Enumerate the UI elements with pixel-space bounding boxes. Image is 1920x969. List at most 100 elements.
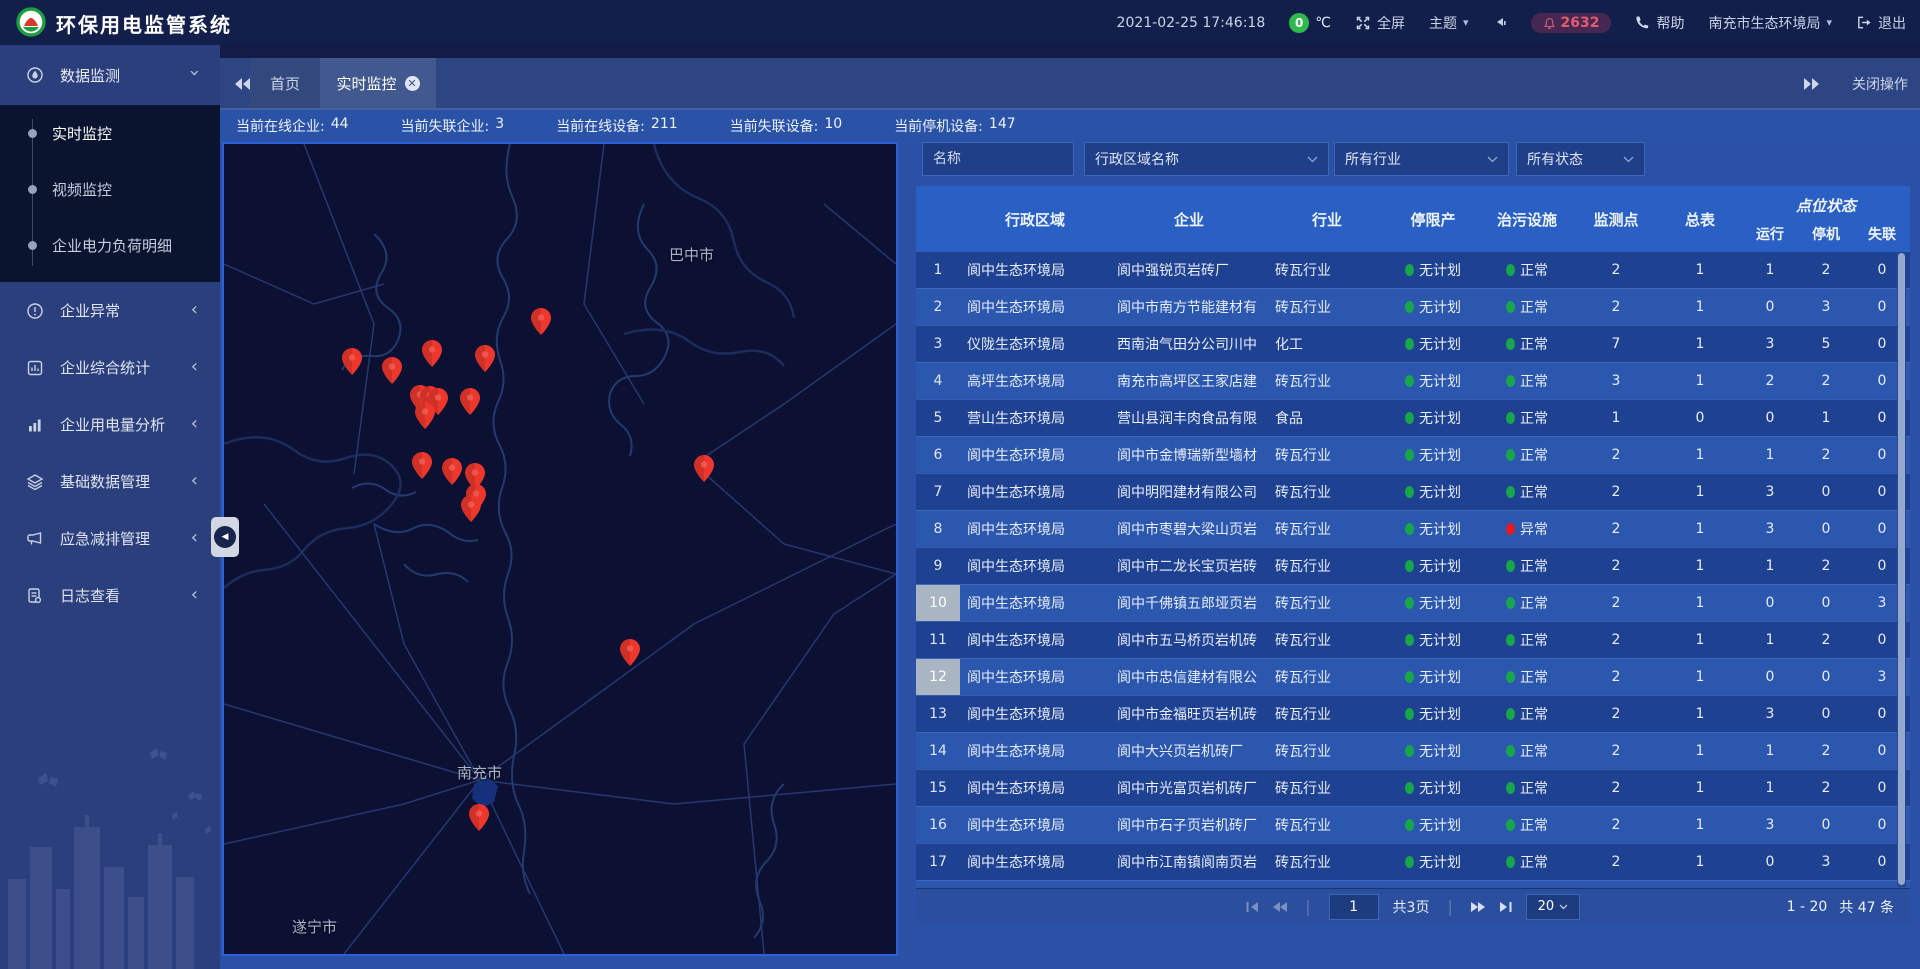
notification-badge[interactable]: 2632 — [1531, 13, 1612, 33]
layers-icon — [26, 473, 44, 491]
sidebar-item-5[interactable]: 应急减排管理‹ — [0, 510, 220, 567]
table-row[interactable]: 16阆中生态环境局阆中市石子页岩机砖厂砖瓦行业无计划正常21300 — [916, 806, 1910, 843]
map-pin-9[interactable] — [415, 402, 435, 429]
map-pin-1[interactable] — [422, 340, 442, 367]
theme-dropdown[interactable]: 主题▾ — [1429, 13, 1469, 33]
row-plan-status: 无计划 — [1386, 482, 1480, 502]
row-index: 2 — [916, 289, 960, 325]
table-row[interactable]: 13阆中生态环境局阆中市金福旺页岩机砖砖瓦行业无计划正常21300 — [916, 695, 1910, 732]
sidebar-item-4[interactable]: 基础数据管理‹ — [0, 453, 220, 510]
close-operations-button[interactable]: 关闭操作 — [1852, 74, 1908, 94]
sidebar-subitem-0[interactable]: 实时监控 — [0, 105, 220, 161]
table-row[interactable]: 1阆中生态环境局阆中强锐页岩砖厂砖瓦行业无计划正常21120 — [916, 252, 1910, 288]
table-row[interactable]: 18南部生态环境局南部县弘华水泥有限公建材行业无计划正常60060 — [916, 880, 1910, 888]
prev-page-button[interactable] — [1273, 901, 1287, 913]
next-page-button[interactable] — [1471, 901, 1485, 913]
table-row[interactable]: 7阆中生态环境局阆中明阳建材有限公司砖瓦行业无计划正常21300 — [916, 473, 1910, 510]
page-size-select[interactable]: 20 — [1526, 894, 1580, 920]
region-select[interactable]: 行政区域名称 — [1084, 142, 1329, 176]
map-pin-0[interactable] — [531, 308, 551, 335]
sidebar-subitem-1[interactable]: 视频监控 — [0, 161, 220, 217]
row-run-count: 3 — [1742, 336, 1798, 352]
map-pin-4[interactable] — [382, 357, 402, 384]
table-row[interactable]: 4高坪生态环境局南充市高坪区王家店建砖瓦行业无计划正常31220 — [916, 362, 1910, 399]
tab-realtime-monitor[interactable]: 实时监控 ✕ — [320, 58, 436, 108]
prev-page-icon — [1273, 901, 1287, 913]
tab-close-icon[interactable]: ✕ — [405, 76, 420, 91]
row-region: 阆中生态环境局 — [960, 445, 1110, 465]
table-row[interactable]: 8阆中生态环境局阆中市枣碧大梁山页岩砖瓦行业无计划异常21300 — [916, 510, 1910, 547]
table-scrollbar[interactable] — [1897, 253, 1906, 887]
sidebar-item-1[interactable]: 企业异常‹ — [0, 282, 220, 339]
monitor-icon — [26, 66, 44, 84]
chevron-left-icon: ‹ — [191, 362, 198, 372]
notification-count: 2632 — [1561, 15, 1600, 31]
tab-home[interactable]: 首页 — [250, 58, 320, 108]
sidebar-submenu: 实时监控视频监控企业电力负荷明细 — [0, 105, 220, 282]
row-company: 阆中市五马桥页岩机砖 — [1110, 630, 1268, 650]
page-number-input[interactable] — [1329, 894, 1379, 920]
row-company: 营山县润丰肉食品有限 — [1110, 408, 1268, 428]
row-facility-status: 正常 — [1480, 260, 1574, 280]
sidebar-item-0[interactable]: 数据监测‹ — [0, 45, 220, 105]
table-row[interactable]: 12阆中生态环境局阆中市忠信建材有限公砖瓦行业无计划正常21003 — [916, 658, 1910, 695]
stat-item-3: 当前失联设备:10 — [730, 116, 843, 136]
table-row[interactable]: 3仪陇生态环境局西南油气田分公司川中化工无计划正常71350 — [916, 325, 1910, 362]
green-dot-icon — [1506, 264, 1515, 276]
row-facility-status: 正常 — [1480, 445, 1574, 465]
table-row[interactable]: 17阆中生态环境局阆中市江南镇阆南页岩砖瓦行业无计划正常21030 — [916, 843, 1910, 880]
fullscreen-button[interactable]: 全屏 — [1355, 13, 1405, 33]
sidebar-item-2[interactable]: 企业综合统计‹ — [0, 339, 220, 396]
logout-button[interactable]: 退出 — [1856, 13, 1906, 33]
status-select[interactable]: 所有状态 — [1516, 142, 1645, 176]
table-row[interactable]: 15阆中生态环境局阆中市光富页岩机砖厂砖瓦行业无计划正常21120 — [916, 769, 1910, 806]
table-row[interactable]: 5营山生态环境局营山县润丰肉食品有限食品无计划正常10010 — [916, 399, 1910, 436]
row-facility-status: 正常 — [1480, 297, 1574, 317]
map-pin-11[interactable] — [442, 458, 462, 485]
map-pin-10[interactable] — [412, 452, 432, 479]
skyline-decoration — [0, 719, 220, 969]
row-region: 阆中生态环境局 — [960, 815, 1110, 835]
mute-button[interactable] — [1493, 17, 1507, 29]
map-pin-2[interactable] — [475, 345, 495, 372]
help-button[interactable]: 帮助 — [1635, 13, 1684, 33]
industry-select[interactable]: 所有行业 — [1334, 142, 1509, 176]
first-page-button[interactable] — [1246, 901, 1259, 913]
tabs-scroll-left-button[interactable] — [234, 76, 251, 95]
row-index: 9 — [916, 548, 960, 584]
sidebar-collapse-button[interactable]: ◀ — [211, 517, 239, 557]
row-plan-status: 无计划 — [1386, 334, 1480, 354]
table-row[interactable]: 10阆中生态环境局阆中千佛镇五郎垭页岩砖瓦行业无计划正常21003 — [916, 584, 1910, 621]
tabs-scroll-right-button[interactable] — [1803, 76, 1820, 95]
last-page-button[interactable] — [1499, 901, 1512, 913]
row-industry: 化工 — [1268, 334, 1386, 354]
map-pin-17[interactable] — [469, 804, 489, 831]
row-industry: 砖瓦行业 — [1268, 704, 1386, 724]
row-index: 11 — [916, 622, 960, 658]
map-pin-14[interactable] — [461, 495, 481, 522]
row-run-count: 1 — [1742, 262, 1798, 278]
sidebar-subitem-label: 视频监控 — [52, 179, 112, 200]
sidebar-item-3[interactable]: 企业用电量分析‹ — [0, 396, 220, 453]
table-row[interactable]: 14阆中生态环境局阆中大兴页岩机砖厂砖瓦行业无计划正常21120 — [916, 732, 1910, 769]
table-row[interactable]: 11阆中生态环境局阆中市五马桥页岩机砖砖瓦行业无计划正常21120 — [916, 621, 1910, 658]
sidebar-subitem-2[interactable]: 企业电力负荷明细 — [0, 217, 220, 273]
scrollbar-thumb[interactable] — [1898, 253, 1905, 885]
table-row[interactable]: 2阆中生态环境局阆中市南方节能建材有砖瓦行业无计划正常21030 — [916, 288, 1910, 325]
map-pin-3[interactable] — [342, 348, 362, 375]
name-search-input[interactable] — [922, 142, 1074, 176]
map-pin-16[interactable] — [620, 639, 640, 666]
app-window: 环保用电监管系统 2021-02-25 17:46:18 0 ℃ 全屏 主题▾ — [0, 0, 1920, 969]
chevron-left-icon: ‹ — [191, 590, 198, 600]
green-dot-icon — [1506, 449, 1515, 461]
last-page-icon — [1499, 901, 1512, 913]
table-row[interactable]: 9阆中生态环境局阆中市二龙长宝页岩砖砖瓦行业无计划正常21120 — [916, 547, 1910, 584]
map-panel[interactable]: 巴中市南充市遂宁市 — [222, 142, 898, 956]
org-dropdown[interactable]: 南充市生态环境局▾ — [1708, 13, 1832, 33]
table-row[interactable]: 6阆中生态环境局阆中市金博瑞新型墙材砖瓦行业无计划正常21120 — [916, 436, 1910, 473]
row-facility-status: 正常 — [1480, 371, 1574, 391]
green-dot-icon — [1405, 634, 1414, 646]
map-pin-8[interactable] — [460, 388, 480, 415]
sidebar-item-6[interactable]: 日志查看‹ — [0, 567, 220, 624]
map-pin-15[interactable] — [694, 455, 714, 482]
